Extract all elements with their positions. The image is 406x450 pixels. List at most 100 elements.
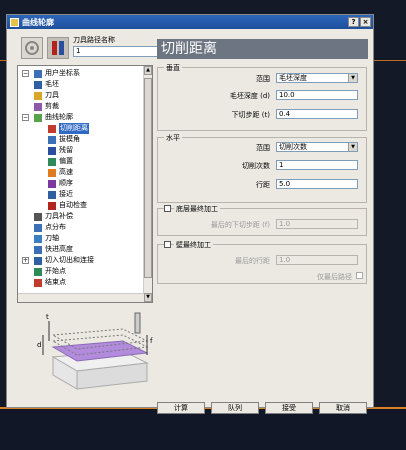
tree-item-label: 毛坯 [45, 80, 59, 88]
scroll-down-arrow[interactable]: ▼ [144, 293, 152, 302]
tree-item[interactable]: 点分布 [34, 222, 66, 233]
bottom-final-checkbox[interactable] [164, 205, 171, 212]
settings-toggle-button[interactable] [21, 37, 43, 59]
tree-item-label: 拔模角 [59, 135, 80, 143]
tree-item-label: 曲线轮廓 [45, 113, 73, 121]
tree-expander[interactable]: + [22, 257, 29, 264]
tree-vertical-scrollbar[interactable]: ▲ ▼ [143, 66, 152, 302]
tree-item[interactable]: 残留 [48, 145, 73, 156]
last-stepover-label: 最后的行距 [235, 257, 270, 265]
tree-item-label: 快进高度 [45, 245, 73, 253]
stepdown-label: 下切步距 (t) [231, 111, 270, 119]
tree-expander[interactable]: − [22, 70, 29, 77]
tree-item-label: 点分布 [45, 223, 66, 231]
order-icon [48, 179, 56, 188]
calculate-button[interactable]: 计算 [157, 402, 205, 414]
wall-final-group: 壁最终加工 最后的行距 1.0 仅最后路径 [157, 240, 367, 284]
cut-distance-preview: d t f [37, 312, 153, 390]
tree-item[interactable]: 快进高度 [34, 244, 73, 255]
point-distribution-icon [34, 223, 42, 232]
tree-item[interactable]: 用户坐标系 [34, 68, 80, 79]
block-icon [34, 80, 42, 89]
curve-profile-dialog: 曲线轮廓 ? × 刀具路径名称 1 切削距离 ▲ ▼ − 用户坐标系毛坯刀具剪裁 −… [6, 14, 374, 414]
draft-angle-icon [48, 135, 56, 144]
tree-item-label: 剪裁 [45, 102, 59, 110]
toolpath-display-button[interactable] [47, 37, 69, 59]
tree-item-label: 偏置 [59, 157, 73, 165]
tree-item-label: 顺序 [59, 179, 73, 187]
tree-item[interactable]: 开始点 [34, 266, 66, 277]
curve-profile-icon [10, 17, 19, 27]
tool-axis-icon [34, 234, 42, 243]
tree-item[interactable]: 顺序 [48, 178, 73, 189]
last-stepdown-field[interactable]: 1.0 [276, 219, 358, 229]
rest-icon [48, 146, 56, 155]
horizontal-group-title: 水平 [164, 133, 182, 143]
tree-item-label: 用户坐标系 [45, 69, 80, 77]
tree-item-label: 刀具补偿 [45, 212, 73, 220]
tree-item[interactable]: 接近 [48, 189, 73, 200]
vertical-group: 垂直 范围 毛坯深度 ▼ 毛坯深度 (d) 10.0 下切步距 (t) 0.4 [157, 63, 367, 131]
rapid-height-icon [34, 245, 42, 254]
help-button[interactable]: ? [348, 17, 359, 27]
tree-item[interactable]: 结束点 [34, 277, 66, 288]
accept-button[interactable]: 接受 [265, 402, 313, 414]
end-point-icon [34, 278, 42, 287]
tree-item-label: 结束点 [45, 278, 66, 286]
gear-icon [25, 41, 39, 55]
tree-item-label: 刀轴 [45, 234, 59, 242]
preview-label-f: f [150, 337, 153, 345]
stock-depth-label: 毛坯深度 (d) [229, 92, 270, 100]
start-point-icon [34, 267, 42, 276]
cancel-button[interactable]: 取消 [319, 402, 367, 414]
tree-item[interactable]: 切削距离 [48, 123, 89, 134]
horizontal-range-select[interactable]: 切削次数 ▼ [276, 142, 358, 152]
tree-item-label: 刀具 [45, 91, 59, 99]
vertical-range-select[interactable]: 毛坯深度 ▼ [276, 73, 358, 83]
tree-horizontal-scrollbar[interactable] [18, 293, 144, 302]
tree-item-label: 自动检查 [59, 201, 87, 209]
scroll-thumb[interactable] [144, 78, 152, 278]
background-band [0, 409, 406, 450]
tool-icon [34, 91, 42, 100]
bottom-final-group: 底层最终加工 最后的下切步距 (f) 1.0 [157, 204, 367, 236]
last-pass-only-checkbox[interactable] [356, 272, 363, 279]
tree-item[interactable]: 自动检查 [48, 200, 87, 211]
tree-item[interactable]: 切入切出和连接 [34, 255, 94, 266]
vertical-range-label: 范围 [256, 75, 270, 83]
scroll-up-arrow[interactable]: ▲ [144, 66, 152, 75]
preview-label-t: t [46, 313, 49, 321]
wall-final-checkbox[interactable] [164, 241, 171, 248]
stepdown-field[interactable]: 0.4 [276, 109, 358, 119]
high-speed-icon [48, 168, 56, 177]
leads-links-icon [34, 256, 42, 265]
trim-icon [34, 102, 42, 111]
tree-item[interactable]: 剪裁 [34, 101, 59, 112]
title-bar[interactable]: 曲线轮廓 ? × [7, 15, 373, 29]
settings-tree[interactable]: ▲ ▼ − 用户坐标系毛坯刀具剪裁 − 曲线轮廓切削距离 拔模角残留 偏置高速 顺序接近 自动… [17, 65, 153, 303]
tree-item[interactable]: 高速 [48, 167, 73, 178]
stock-depth-field[interactable]: 10.0 [276, 90, 358, 100]
last-stepdown-label: 最后的下切步距 (f) [210, 221, 270, 229]
last-stepover-field[interactable]: 1.0 [276, 255, 358, 265]
toolpath-name-input[interactable]: 1 [73, 46, 159, 57]
chevron-down-icon: ▼ [348, 74, 357, 82]
wall-final-title: 壁最终加工 [174, 240, 213, 250]
auto-check-icon [48, 201, 56, 210]
dialog-toolbar: 刀具路径名称 1 [17, 33, 159, 69]
tree-item[interactable]: 拔模角 [48, 134, 80, 145]
close-button[interactable]: × [360, 17, 371, 27]
tree-item[interactable]: 刀轴 [34, 233, 59, 244]
queue-button[interactable]: 队列 [211, 402, 259, 414]
tree-expander[interactable]: − [22, 114, 29, 121]
tree-item[interactable]: 刀具 [34, 90, 59, 101]
stepover-field[interactable]: 5.0 [276, 179, 358, 189]
tree-item[interactable]: 毛坯 [34, 79, 59, 90]
tree-item[interactable]: 偏置 [48, 156, 73, 167]
cut-count-field[interactable]: 1 [276, 160, 358, 170]
cut-distance-icon [48, 124, 56, 133]
tree-item-label: 切削距离 [59, 123, 89, 134]
tree-item[interactable]: 刀具补偿 [34, 211, 73, 222]
tree-item[interactable]: 曲线轮廓 [34, 112, 73, 123]
bottom-final-title: 底层最终加工 [174, 204, 220, 214]
